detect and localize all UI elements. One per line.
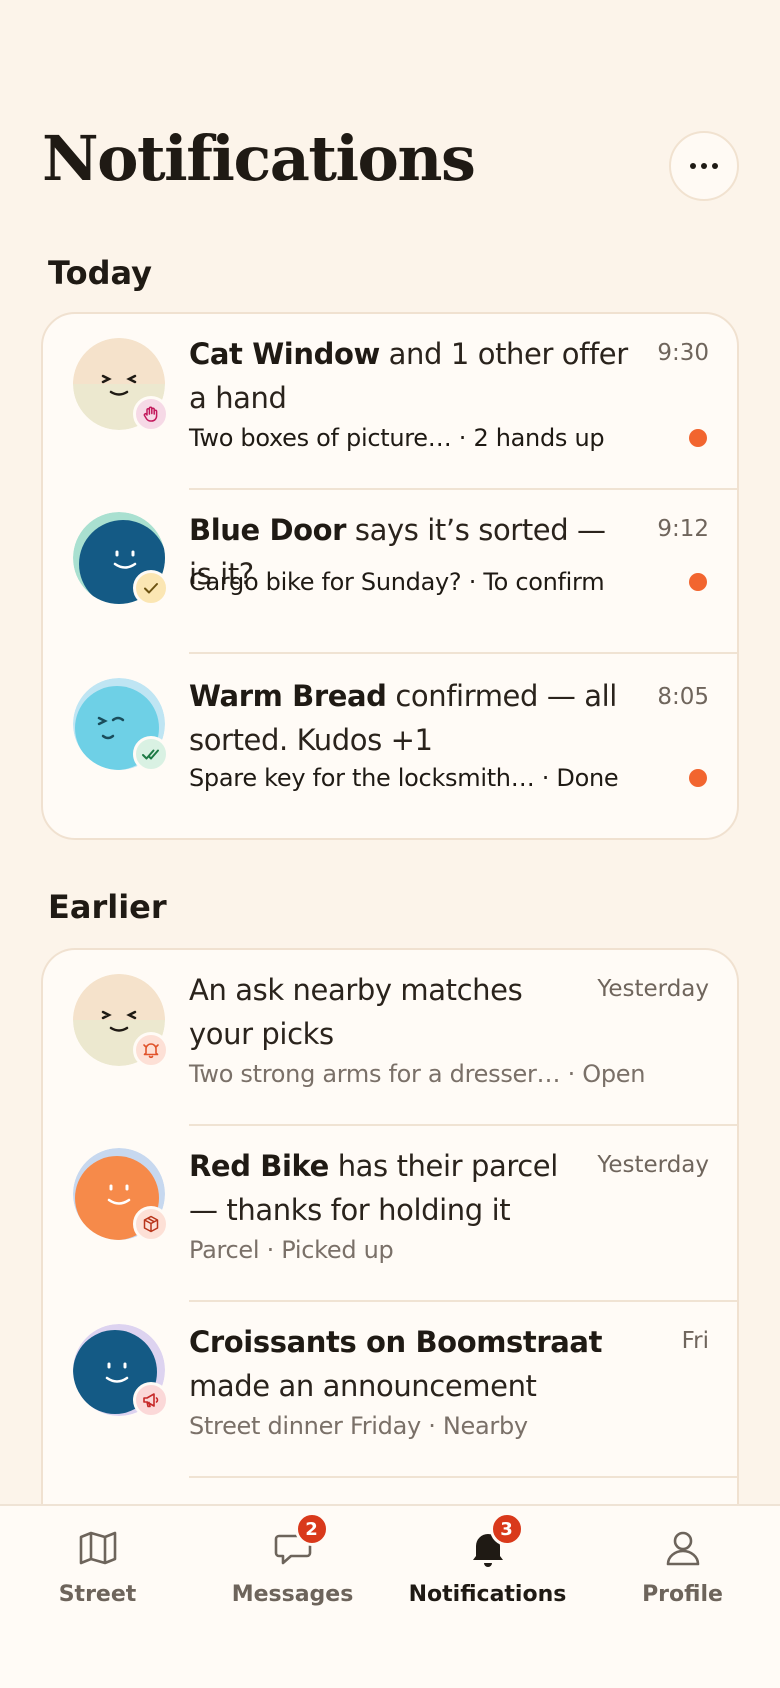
notification-subtitle: Spare key for the locksmith… · Done xyxy=(189,764,619,792)
notification-time: Yesterday xyxy=(597,976,709,1002)
unread-dot xyxy=(689,573,707,591)
messages-count-badge: 2 xyxy=(294,1512,329,1546)
avatar xyxy=(73,974,169,1068)
notification-subtitle: Two strong arms for a dresser… · Open xyxy=(189,1060,646,1088)
tab-profile[interactable]: Profile xyxy=(585,1506,780,1626)
double-check-icon xyxy=(133,736,169,772)
section-label-earlier: Earlier xyxy=(48,888,167,926)
more-dot xyxy=(712,163,718,169)
notification-subtitle: Two boxes of picture… · 2 hands up xyxy=(189,424,605,452)
avatar xyxy=(73,1148,169,1242)
section-label-today: Today xyxy=(48,254,152,292)
notification-time: 9:30 xyxy=(657,340,709,366)
person-icon xyxy=(661,1526,705,1570)
more-dot xyxy=(690,163,696,169)
tab-label: Street xyxy=(58,1582,137,1607)
notification-row[interactable]: Warm Bread confirmed — all sorted. Kudos… xyxy=(43,654,737,838)
bell-icon xyxy=(133,1032,169,1068)
notification-row[interactable]: Red Bike has their parcel — thanks for h… xyxy=(43,1126,737,1302)
notification-row[interactable]: An ask nearby matches your picks Yesterd… xyxy=(43,950,737,1126)
page-title: Notifications xyxy=(42,122,476,195)
bell-icon: 3 xyxy=(466,1512,524,1570)
package-icon xyxy=(133,1206,169,1242)
notification-time: 9:12 xyxy=(657,516,709,542)
notification-title: Warm Bread confirmed — all sorted. Kudos… xyxy=(189,679,617,757)
tab-label: Profile xyxy=(642,1582,723,1607)
notification-row[interactable]: Croissants on Boomstraat made an announc… xyxy=(43,1302,737,1478)
tab-messages[interactable]: 2 Messages xyxy=(195,1506,390,1626)
more-dot xyxy=(701,163,707,169)
earlier-card: An ask nearby matches your picks Yesterd… xyxy=(41,948,739,1568)
chat-bubble-icon: 2 xyxy=(271,1512,329,1570)
notification-subtitle: Cargo bike for Sunday? · To confirm xyxy=(189,568,605,596)
map-icon xyxy=(76,1526,120,1570)
notification-row[interactable]: Cat Window and 1 other offer a hand 9:30… xyxy=(43,314,737,490)
notification-row[interactable]: Blue Door says it’s sorted — is it? 9:12… xyxy=(43,490,737,654)
tab-label: Notifications xyxy=(408,1582,567,1607)
notification-title: An ask nearby matches your picks xyxy=(189,973,523,1051)
notification-time: Yesterday xyxy=(597,1152,709,1178)
notification-subtitle: Parcel · Picked up xyxy=(189,1236,394,1264)
tab-notifications[interactable]: 3 Notifications xyxy=(390,1506,585,1626)
notification-title: Croissants on Boomstraat made an announc… xyxy=(189,1325,603,1403)
megaphone-icon xyxy=(133,1382,169,1418)
today-card: Cat Window and 1 other offer a hand 9:30… xyxy=(41,312,739,840)
hand-icon xyxy=(133,396,169,432)
notification-time: Fri xyxy=(681,1328,709,1354)
more-options-button[interactable] xyxy=(669,131,739,201)
unread-dot xyxy=(689,429,707,447)
notifications-count-badge: 3 xyxy=(489,1512,524,1546)
tab-label: Messages xyxy=(231,1582,354,1607)
avatar xyxy=(73,678,169,772)
tab-street[interactable]: Street xyxy=(0,1506,195,1626)
notification-time: 8:05 xyxy=(657,684,709,710)
notification-title: Red Bike has their parcel — thanks for h… xyxy=(189,1149,558,1227)
divider xyxy=(189,1476,737,1478)
bottom-tab-bar: Street 2 Messages 3 Notifications Profil… xyxy=(0,1504,780,1688)
avatar xyxy=(73,338,169,432)
unread-dot xyxy=(689,769,707,787)
check-icon xyxy=(133,570,169,606)
notification-subtitle: Street dinner Friday · Nearby xyxy=(189,1412,528,1440)
notification-title: Cat Window and 1 other offer a hand xyxy=(189,337,628,415)
avatar xyxy=(73,512,169,606)
avatar xyxy=(73,1324,169,1418)
